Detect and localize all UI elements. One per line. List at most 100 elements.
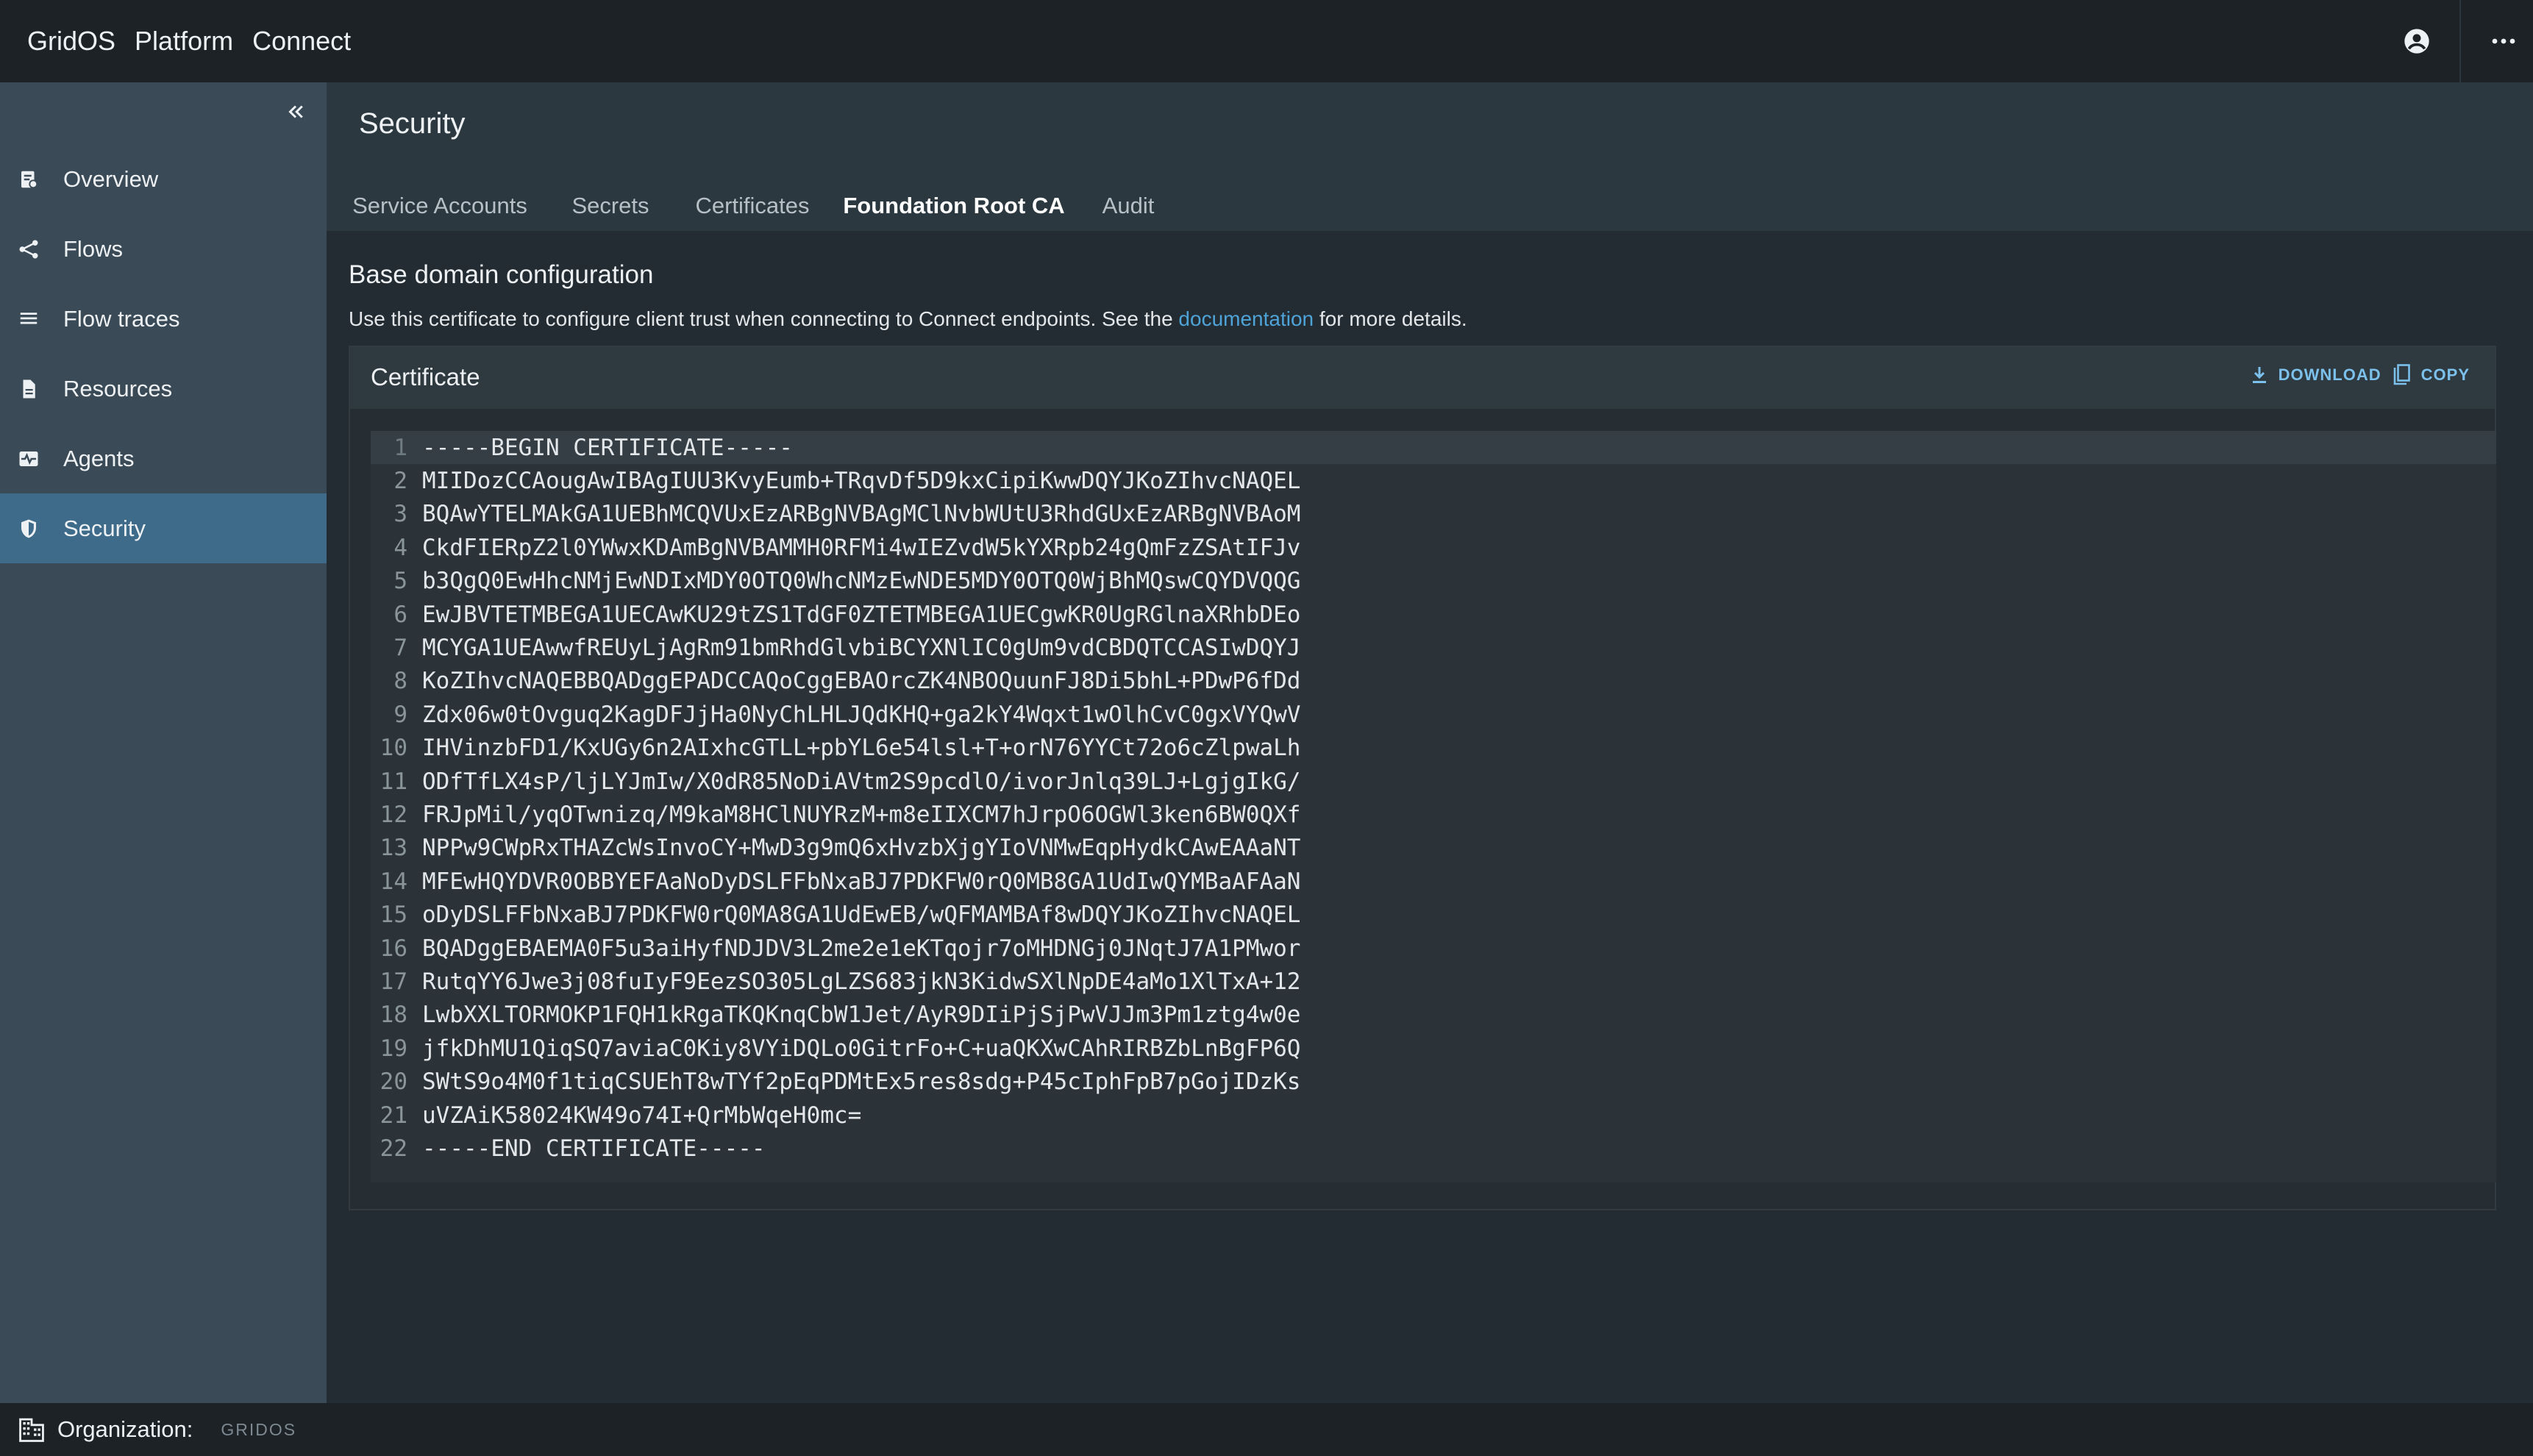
line-text: IHVinzbFD1/KxUGy6n2AIxhcGTLL+pbYL6e54lsl…	[422, 735, 1301, 762]
line-text: uVZAiK58024KW49o74I+QrMbWqeH0mc=	[422, 1102, 862, 1129]
line-number: 1	[393, 434, 407, 461]
copy-icon	[2392, 363, 2411, 387]
code-line: 15 oDyDSLFFbNxaBJ7PDKFW0rQ0MA8GA1UdEwEB/w…	[371, 898, 2496, 931]
sidebar-item-label: Agents	[63, 445, 135, 471]
code-line: 22 -----END CERTIFICATE-----	[371, 1132, 2496, 1165]
line-number: 4	[393, 534, 407, 561]
line-number: 17	[380, 968, 407, 995]
code-line: 4 CkdFIERpZ2l0YWwxKDAmBgNVBAMMH0RFMi4wIEZ…	[371, 531, 2496, 564]
toolbar-divider	[2459, 0, 2461, 82]
line-text: LwbXXLTORMOKP1FQH1kRgaTKQKnqCbW1Jet/AyR9…	[422, 1002, 1301, 1029]
code-line: 17 RutqYY6Jwe3j08fuIyF9EezSO305LgLZS683jk…	[371, 965, 2496, 998]
top-app-bar: GridOS Platform Connect	[0, 0, 2533, 82]
brand-connect: Connect	[252, 26, 352, 56]
account-button[interactable]	[2387, 0, 2446, 82]
app-brand[interactable]: GridOS Platform Connect	[27, 26, 370, 57]
code-line: 5 b3QgQ0EwHhcNMjEwNDIxMDY0OTQ0WhcNMzEwNDE…	[371, 565, 2496, 598]
code-line: 10 IHVinzbFD1/KxUGy6n2AIxhcGTLL+pbYL6e54l…	[371, 732, 2496, 765]
line-number: 14	[380, 868, 407, 895]
download-button[interactable]: DOWNLOAD	[2251, 365, 2381, 385]
line-number: 3	[393, 501, 407, 528]
line-number: 5	[393, 568, 407, 595]
collapse-sidebar-button[interactable]	[279, 96, 312, 128]
line-text: MFEwHQYDVR0OBBYEFAaNoDyDSLFFbNxaBJ7PDKFW…	[422, 868, 1301, 895]
code-line: 2 MIIDozCCAougAwIBAgIUU3KvyEumb+TRqvDf5D9…	[371, 464, 2496, 497]
certificate-header: Certificate DOWNLOAD COPY	[350, 347, 2495, 409]
more-options-button[interactable]	[2474, 0, 2533, 82]
code-line: 16 BQADggEBAEMA0F5u3aiHyfNDJDV3L2me2e1eKT…	[371, 932, 2496, 965]
line-number: 22	[380, 1135, 407, 1162]
certificate-title: Certificate	[371, 363, 480, 390]
line-number: 11	[380, 768, 407, 795]
line-text: b3QgQ0EwHhcNMjEwNDIxMDY0OTQ0WhcNMzEwNDE5…	[422, 568, 1301, 595]
description-text-end: for more details.	[1314, 307, 1467, 330]
document-icon	[16, 377, 41, 402]
line-text: BQAwYTELMAkGA1UEBhMCQVUxEzARBgNVBAgMClNv…	[422, 501, 1301, 528]
overview-icon	[16, 167, 41, 192]
tab-panel: Base domain configuration Use this certi…	[327, 231, 2533, 1403]
sidebar-item-label: Overview	[63, 165, 159, 192]
line-text: EwJBVTETMBEGA1UECAwKU29tZS1TdGF0ZTETMBEG…	[422, 601, 1301, 628]
line-text: -----END CERTIFICATE-----	[422, 1135, 766, 1162]
sidebar-item-resources[interactable]: Resources	[0, 354, 327, 424]
line-number: 15	[380, 902, 407, 929]
certificate-code-block[interactable]: 1 -----BEGIN CERTIFICATE----- 2 MIIDozCCAo…	[371, 431, 2496, 1182]
code-line: 11 ODfTfLX4sP/ljLYJmIw/X0dR85NoDiAVtm2S9p…	[371, 765, 2496, 798]
description-text: Use this certificate to configure client…	[349, 307, 1179, 330]
sidebar-item-security[interactable]: Security	[0, 493, 327, 563]
pulse-icon	[16, 446, 41, 471]
line-text: MIIDozCCAougAwIBAgIUU3KvyEumb+TRqvDf5D9k…	[422, 468, 1301, 495]
sidebar-item-flow-traces[interactable]: Flow traces	[0, 284, 327, 354]
sidebar-item-agents[interactable]: Agents	[0, 424, 327, 493]
code-line: 14 MFEwHQYDVR0OBBYEFAaNoDyDSLFFbNxaBJ7PDK…	[371, 865, 2496, 898]
code-line: 7 MCYGA1UEAwwfREUyLjAgRm91bmRhdGlvbiBCYXN…	[371, 631, 2496, 664]
download-icon	[2251, 365, 2268, 385]
line-number: 12	[380, 801, 407, 828]
line-number: 21	[380, 1102, 407, 1129]
line-number: 2	[393, 468, 407, 495]
line-text: CkdFIERpZ2l0YWwxKDAmBgNVBAMMH0RFMi4wIEZv…	[422, 534, 1301, 561]
line-text: jfkDhMU1QiqSQ7aviaC0Kiy8VYiDQLo0GitrFo+C…	[422, 1035, 1301, 1062]
line-number: 16	[380, 935, 407, 962]
line-number: 10	[380, 735, 407, 762]
line-text: -----BEGIN CERTIFICATE-----	[422, 434, 793, 461]
account-circle-icon	[2404, 29, 2429, 54]
page-title: Security	[359, 107, 466, 140]
sidebar-item-overview[interactable]: Overview	[0, 144, 327, 214]
code-line: 19 jfkDhMU1QiqSQ7aviaC0Kiy8VYiDQLo0GitrFo…	[371, 1032, 2496, 1065]
line-number: 20	[380, 1068, 407, 1096]
line-text: SWtS9o4M0f1tiqCSUEhT8wTYf2pEqPDMtEx5res8…	[422, 1068, 1301, 1096]
line-number: 8	[393, 668, 407, 695]
certificate-panel: Certificate DOWNLOAD COPY 1 -----BEGIN C…	[349, 346, 2496, 1210]
list-icon	[16, 307, 41, 332]
code-line: 8 KoZIhvcNAQEBBQADggEPADCCAQoCggEBAOrcZK4…	[371, 665, 2496, 698]
line-text: MCYGA1UEAwwfREUyLjAgRm91bmRhdGlvbiBCYXNl…	[422, 635, 1301, 662]
organization-label: Organization:	[57, 1416, 193, 1442]
sidebar-item-flows[interactable]: Flows	[0, 214, 327, 284]
top-actions	[2387, 0, 2533, 82]
sidebar-item-label: Security	[63, 515, 146, 541]
documentation-link[interactable]: documentation	[1178, 307, 1314, 330]
copy-button[interactable]: COPY	[2392, 363, 2470, 387]
line-number: 18	[380, 1002, 407, 1029]
line-text: KoZIhvcNAQEBBQADggEPADCCAQoCggEBAOrcZK4N…	[422, 668, 1301, 695]
code-line: 21 uVZAiK58024KW49o74I+QrMbWqeH0mc=	[371, 1099, 2496, 1132]
code-line: 1 -----BEGIN CERTIFICATE-----	[371, 431, 2496, 465]
line-text: oDyDSLFFbNxaBJ7PDKFW0rQ0MA8GA1UdEwEB/wQF…	[422, 902, 1301, 929]
organization-value[interactable]: GRIDOS	[221, 1420, 296, 1440]
section-description: Use this certificate to configure client…	[349, 307, 1467, 331]
code-line: 9 Zdx06w0tOvguq2KagDFJjHa0NyChLHLJQdKHQ+g…	[371, 698, 2496, 731]
sidebar-item-label: Flows	[63, 235, 123, 262]
brand-platform: Platform	[135, 26, 234, 56]
sidebar: Overview Flows Flow traces Resources Age…	[0, 82, 327, 1403]
brand-gridos: GridOS	[27, 26, 116, 56]
line-number: 6	[393, 601, 407, 628]
sidebar-nav: Overview Flows Flow traces Resources Age…	[0, 144, 327, 563]
shield-icon	[16, 516, 41, 541]
more-horizontal-icon	[2492, 38, 2515, 44]
main-content: Security Service Accounts Secrets Certif…	[327, 82, 2533, 1403]
code-line: 12 FRJpMil/yqOTwnizq/M9kaM8HClNUYRzM+m8eI…	[371, 798, 2496, 831]
line-text: BQADggEBAEMA0F5u3aiHyfNDJDV3L2me2e1eKTqo…	[422, 935, 1301, 962]
line-number: 9	[393, 701, 407, 728]
code-line: 20 SWtS9o4M0f1tiqCSUEhT8wTYf2pEqPDMtEx5re…	[371, 1065, 2496, 1098]
